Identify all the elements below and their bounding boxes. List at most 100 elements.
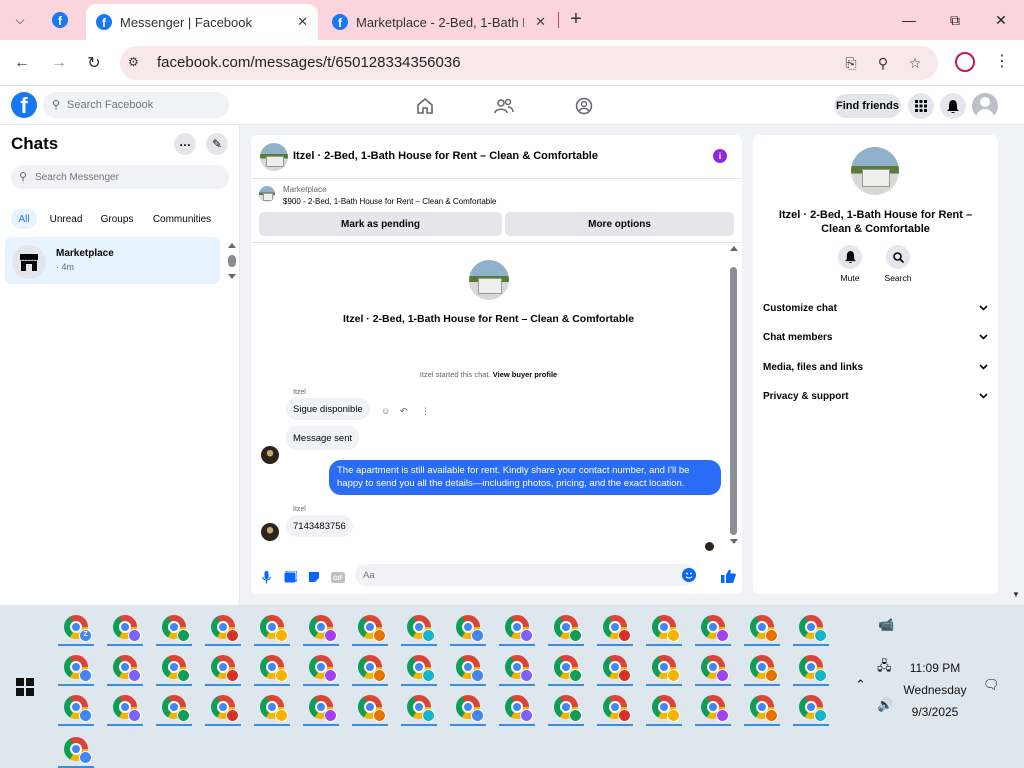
chrome-profile-taskbar-icon[interactable] <box>493 687 541 726</box>
new-message-icon[interactable]: ✎ <box>206 133 228 155</box>
filter-communities[interactable]: Communities <box>148 209 216 229</box>
chrome-profile-taskbar-icon[interactable] <box>346 647 394 686</box>
media-files-links-row[interactable]: Media, files and links <box>763 358 988 376</box>
pinned-facebook-tab[interactable]: f <box>44 6 76 34</box>
search-in-chat-button[interactable]: Search <box>878 245 918 283</box>
chrome-profile-taskbar-icon[interactable] <box>689 687 737 726</box>
home-icon[interactable] <box>414 95 436 117</box>
listing-avatar[interactable] <box>260 143 288 171</box>
facebook-search-input[interactable] <box>67 96 217 114</box>
chrome-profile-taskbar-icon[interactable] <box>787 647 835 686</box>
incoming-message[interactable]: 7143483756 <box>286 515 353 537</box>
like-thumb-icon[interactable] <box>720 568 736 584</box>
mark-as-pending-button[interactable]: Mark as pending <box>259 212 502 236</box>
chrome-profile-taskbar-icon[interactable] <box>199 687 247 726</box>
chats-options-icon[interactable]: … <box>174 133 196 155</box>
react-emoji-icon[interactable]: ☺ <box>381 406 390 416</box>
filter-all[interactable]: All <box>11 209 37 229</box>
chrome-profile-taskbar-icon[interactable]: Z <box>52 607 100 646</box>
chrome-profile-taskbar-icon[interactable] <box>493 607 541 646</box>
chrome-profile-taskbar-icon[interactable] <box>444 647 492 686</box>
site-info-icon[interactable]: ⚙ <box>128 55 146 71</box>
tab-messenger[interactable]: f Messenger | Facebook ✕ <box>86 4 318 40</box>
minimize-button[interactable]: — <box>899 10 919 30</box>
tab-marketplace[interactable]: f Marketplace - 2-Bed, 1-Bath Ho ✕ <box>322 4 556 40</box>
close-tab-icon[interactable]: ✕ <box>297 14 308 30</box>
emoji-icon[interactable] <box>682 568 696 582</box>
reply-icon[interactable]: ↶ <box>400 406 408 417</box>
meet-now-icon[interactable]: 📹 <box>878 617 894 633</box>
browser-profile-icon[interactable] <box>955 52 975 72</box>
menu-grid-icon[interactable] <box>908 93 934 119</box>
chrome-profile-taskbar-icon[interactable] <box>591 607 639 646</box>
chrome-profile-taskbar-icon[interactable] <box>248 647 296 686</box>
chat-list-item[interactable]: Marketplace · 4m <box>5 237 220 284</box>
chrome-profile-taskbar-icon[interactable] <box>787 607 835 646</box>
restore-button[interactable]: ⧉ <box>945 10 965 30</box>
tab-search-button[interactable]: ⌵ <box>8 9 32 31</box>
gif-icon[interactable]: GIF <box>331 570 345 584</box>
view-buyer-profile-link[interactable]: View buyer profile <box>493 370 557 379</box>
privacy-support-row[interactable]: Privacy & support <box>763 387 988 405</box>
more-options-button[interactable]: More options <box>505 212 734 236</box>
thread-scrollbar[interactable] <box>729 243 739 549</box>
chrome-profile-taskbar-icon[interactable] <box>542 607 590 646</box>
message-input[interactable] <box>363 568 663 582</box>
chrome-profile-taskbar-icon[interactable] <box>444 607 492 646</box>
network-icon[interactable]: 🖧 <box>877 657 892 679</box>
forward-button[interactable]: → <box>48 52 70 74</box>
friends-icon[interactable] <box>493 95 515 117</box>
browser-menu-icon[interactable]: ⋮ <box>994 52 1010 72</box>
message-more-icon[interactable]: ⋮ <box>421 406 430 417</box>
chrome-profile-taskbar-icon[interactable] <box>591 687 639 726</box>
windows-start-icon[interactable] <box>16 678 34 696</box>
messenger-search[interactable]: ⚲ <box>11 165 229 189</box>
chats-scrollbar[interactable] <box>227 241 237 281</box>
listing-price-title[interactable]: $900 - 2-Bed, 1-Bath House for Rent – Cl… <box>283 197 496 206</box>
chrome-profile-taskbar-icon[interactable] <box>150 647 198 686</box>
chrome-profile-taskbar-icon[interactable] <box>591 647 639 686</box>
mute-button[interactable]: Mute <box>830 245 870 283</box>
chrome-profile-taskbar-icon[interactable] <box>52 647 100 686</box>
chrome-profile-taskbar-icon[interactable] <box>101 687 149 726</box>
chrome-profile-taskbar-icon[interactable] <box>199 607 247 646</box>
microphone-icon[interactable] <box>259 570 273 584</box>
chrome-profile-taskbar-icon[interactable] <box>738 647 786 686</box>
chrome-profile-taskbar-icon[interactable] <box>640 607 688 646</box>
filter-unread[interactable]: Unread <box>45 209 87 229</box>
find-friends-button[interactable]: Find friends <box>834 94 901 118</box>
chrome-profile-taskbar-icon[interactable] <box>346 687 394 726</box>
chrome-profile-taskbar-icon[interactable] <box>297 687 345 726</box>
chrome-profile-taskbar-icon[interactable] <box>101 607 149 646</box>
chrome-profile-taskbar-icon[interactable] <box>689 647 737 686</box>
sender-avatar[interactable] <box>261 523 279 541</box>
chrome-profile-taskbar-icon[interactable] <box>395 607 443 646</box>
chrome-profile-taskbar-icon[interactable] <box>52 687 100 726</box>
zoom-icon[interactable]: ⚲ <box>874 54 892 72</box>
address-bar[interactable]: ⚙ facebook.com/messages/t/65012833435603… <box>120 46 938 80</box>
chrome-profile-taskbar-icon[interactable] <box>493 647 541 686</box>
incoming-message[interactable]: Sigue disponible <box>286 398 370 420</box>
chrome-profile-taskbar-icon[interactable] <box>248 607 296 646</box>
facebook-logo-icon[interactable]: f <box>11 92 37 118</box>
groups-icon[interactable] <box>573 95 595 117</box>
reload-button[interactable]: ↻ <box>83 52 105 74</box>
chrome-profile-taskbar-icon[interactable] <box>640 647 688 686</box>
chrome-profile-taskbar-icon[interactable] <box>101 647 149 686</box>
outgoing-message[interactable]: The apartment is still available for ren… <box>329 460 721 495</box>
chrome-profile-taskbar-icon[interactable] <box>395 687 443 726</box>
chrome-profile-taskbar-icon[interactable] <box>346 607 394 646</box>
chat-members-row[interactable]: Chat members <box>763 328 988 346</box>
chrome-profile-taskbar-icon[interactable] <box>738 607 786 646</box>
facebook-search[interactable]: ⚲ <box>43 92 229 118</box>
scrollbar-thumb[interactable] <box>730 267 737 535</box>
install-app-icon[interactable]: ⎘ <box>842 54 860 72</box>
chrome-profile-taskbar-icon[interactable] <box>150 607 198 646</box>
messenger-search-input[interactable] <box>35 169 215 185</box>
chrome-profile-taskbar-icon[interactable] <box>150 687 198 726</box>
sticker-icon[interactable] <box>307 570 321 584</box>
volume-icon[interactable]: 🔊 <box>877 697 893 713</box>
notification-center-icon[interactable]: 🗨 <box>983 677 1000 693</box>
chrome-profile-taskbar-icon[interactable] <box>689 607 737 646</box>
conversation-info-icon[interactable]: i <box>713 149 727 163</box>
